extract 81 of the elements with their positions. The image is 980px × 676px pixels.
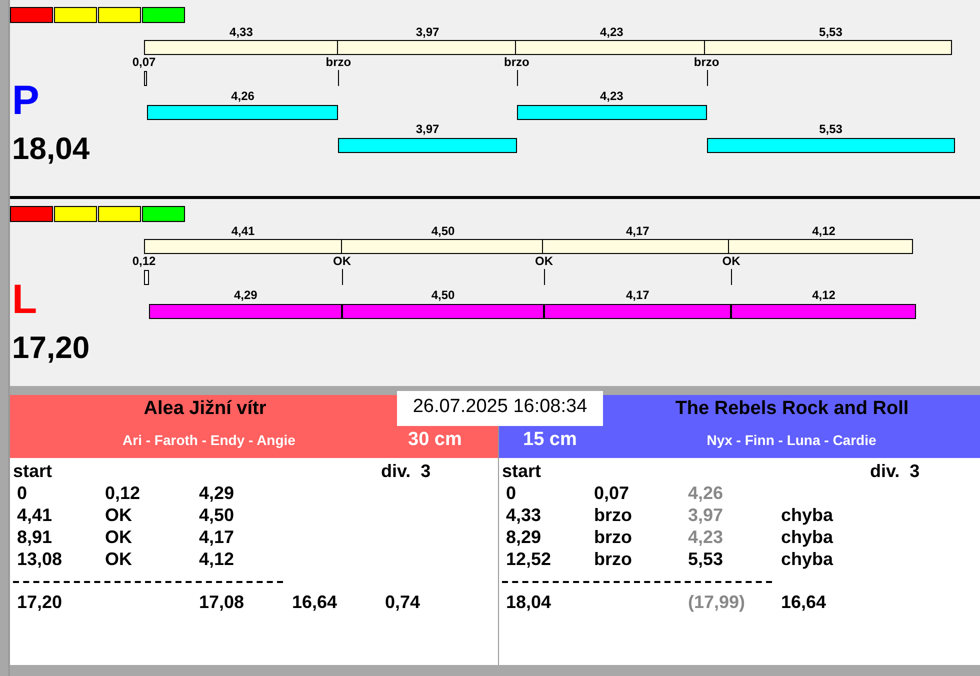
column-header: start xyxy=(502,460,542,482)
split-label: 0,07 xyxy=(132,55,156,70)
lap-time: 5,53 xyxy=(818,24,844,38)
table-cell-text: (17,99) xyxy=(687,591,746,613)
table-cell-text: 8,91 xyxy=(16,526,54,548)
split-label: brzo xyxy=(504,55,530,70)
table-cell-text: 17,20 xyxy=(16,591,64,613)
jump-height: 30 cm xyxy=(408,428,463,452)
table-cell-text: 4,12 xyxy=(198,548,236,570)
split-label: OK xyxy=(722,254,740,269)
table-cell-text: 16,64 xyxy=(780,591,828,613)
run-time: 4,29 xyxy=(233,287,258,304)
tick-mark xyxy=(516,70,518,86)
table-cell-text: chyba xyxy=(780,548,834,570)
timestamp: 26.07.2025 16:08:34 xyxy=(397,391,603,426)
team-members: Nyx - Finn - Luna - Cardie xyxy=(706,432,878,448)
lap-time: 4,17 xyxy=(624,224,650,238)
table-cell-text: brzo xyxy=(593,548,633,570)
tick-mark xyxy=(706,70,708,86)
table-cell-text: 0,07 xyxy=(593,482,630,504)
table-cell-text: 4,26 xyxy=(687,482,724,504)
lane-label: L xyxy=(12,276,38,322)
run-time: 4,23 xyxy=(598,88,624,105)
lane-total: 17,20 xyxy=(12,330,91,366)
table-cell-text: OK xyxy=(104,526,133,548)
split-label: brzo xyxy=(326,55,352,70)
table-cell-text: brzo xyxy=(593,526,633,548)
table-cell-text: 12,52 xyxy=(505,548,552,570)
table-cell-text: 4,33 xyxy=(505,504,542,526)
division-label: div. 3 xyxy=(870,460,921,482)
column-header: start xyxy=(13,460,54,482)
table-cell-text: 4,17 xyxy=(198,526,236,548)
team-name: Alea Jižní vítr xyxy=(142,397,268,421)
run-time: 4,26 xyxy=(230,88,256,105)
table-cell-text: 0 xyxy=(505,482,518,504)
lap-time: 4,33 xyxy=(228,24,254,38)
table-cell-text: OK xyxy=(104,504,133,526)
table-cell-text: 4,41 xyxy=(16,504,54,526)
split-label: OK xyxy=(535,254,554,269)
tick-mark xyxy=(731,269,732,285)
split-label: OK xyxy=(333,254,351,269)
split-label: 0,12 xyxy=(132,254,156,269)
lap-time: 4,50 xyxy=(430,224,456,238)
tick-mark xyxy=(338,70,340,86)
tick-mark xyxy=(342,269,343,285)
table-cell-text: 16,64 xyxy=(291,591,338,613)
table-cell-text: 5,53 xyxy=(687,548,724,570)
split-label: brzo xyxy=(694,55,720,70)
team-name: The Rebels Rock and Roll xyxy=(674,397,910,421)
table-cell-text: 4,29 xyxy=(198,482,236,504)
lap-time: 4,23 xyxy=(598,24,624,38)
table-cell-text: 17,08 xyxy=(198,591,246,613)
run-time: 4,12 xyxy=(811,287,836,304)
lap-time: 4,41 xyxy=(230,224,256,238)
lane-total: 18,04 xyxy=(12,131,91,167)
team-members: Ari - Faroth - Endy - Angie xyxy=(122,432,296,448)
table-cell-text: brzo xyxy=(593,504,633,526)
lap-time: 4,12 xyxy=(811,224,836,238)
jump-height: 15 cm xyxy=(523,428,578,452)
table-cell-text: 0 xyxy=(16,482,28,504)
table-cell-text: chyba xyxy=(780,526,834,548)
table-cell-text: 18,04 xyxy=(505,591,552,613)
run-time: 4,50 xyxy=(430,287,456,304)
start-marker xyxy=(144,270,150,285)
division-label: div. 3 xyxy=(381,460,432,482)
run-time: 5,53 xyxy=(818,121,844,138)
table-cell-text: 4,23 xyxy=(687,526,724,548)
table-cell-text: 13,08 xyxy=(16,548,64,570)
tick-mark xyxy=(544,269,546,285)
table-cell-text: 0,74 xyxy=(384,591,422,613)
run-time: 4,17 xyxy=(624,287,650,304)
table-cell-text: 4,50 xyxy=(198,504,236,526)
lap-time: 3,97 xyxy=(414,24,440,38)
lane-label: P xyxy=(12,77,40,123)
table-cell-text: chyba xyxy=(780,504,834,526)
start-marker xyxy=(144,71,148,86)
table-cell-text: 8,29 xyxy=(505,526,542,548)
table-cell-text: 3,97 xyxy=(687,504,724,526)
run-time: 3,97 xyxy=(414,121,440,138)
table-cell-text: OK xyxy=(104,548,133,570)
table-cell-text: 0,12 xyxy=(104,482,142,504)
